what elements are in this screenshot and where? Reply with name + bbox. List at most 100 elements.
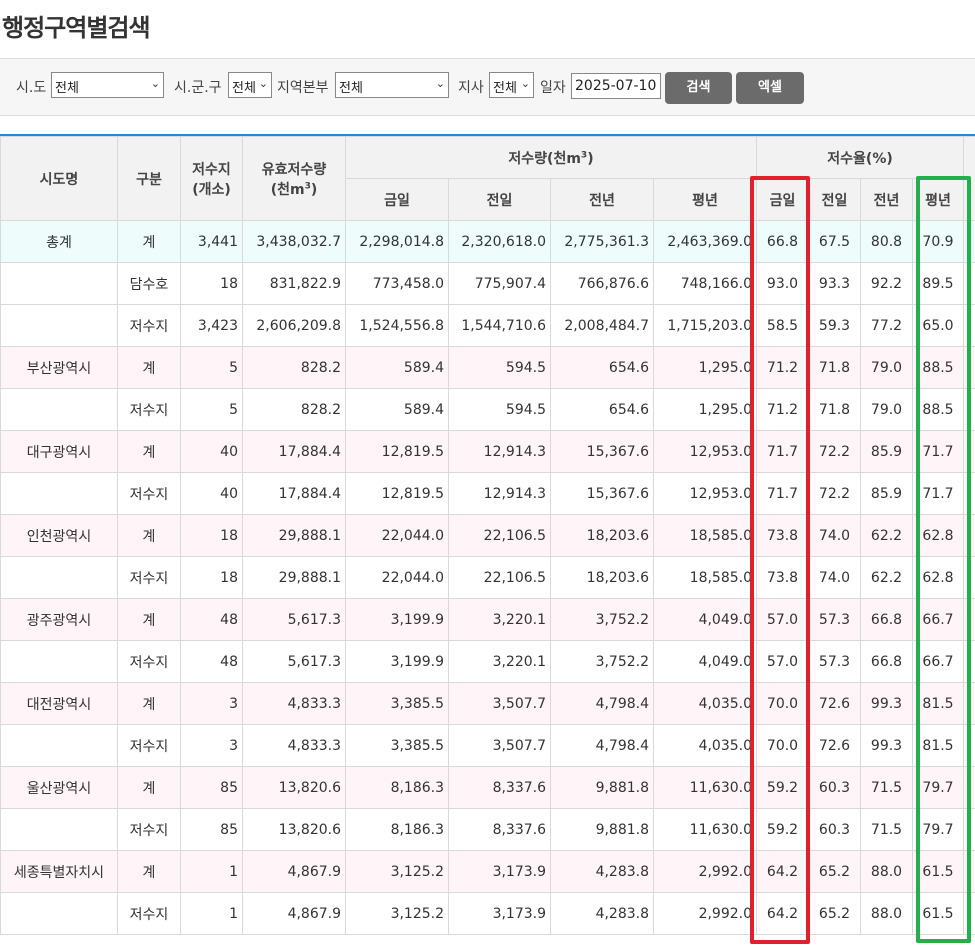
capacity-cell: 4,867.9: [242, 892, 346, 935]
rate-normal-year-cell: 62.8: [911, 556, 965, 599]
rate-today-cell: 71.7: [756, 430, 809, 473]
header-volume-sup: 3: [580, 149, 588, 160]
rate-normal-year-cell: 79.7: [911, 808, 965, 851]
capacity-cell: 831,822.9: [242, 262, 346, 305]
region-label: 지역본부: [277, 80, 329, 96]
rate-last-year-cell: 79.0: [860, 346, 913, 389]
kind-cell: 담수호: [117, 262, 181, 305]
sido-cell: [0, 892, 118, 935]
volume-last-year-cell: 18,203.6: [550, 556, 654, 599]
rate-today-cell: 71.7: [756, 472, 809, 515]
volume-last-year-cell: 654.6: [550, 346, 654, 389]
kind-cell: 계: [117, 598, 181, 641]
kind-cell: 저수지: [117, 304, 181, 347]
header-kind: 구분: [117, 136, 181, 221]
volume-last-year-cell: 9,881.8: [550, 808, 654, 851]
header-volume-last-year: 전년: [550, 178, 654, 221]
rate-normal-year-cell: 81.5: [911, 682, 965, 725]
spacer-cell: [963, 598, 975, 641]
kind-cell: 계: [117, 766, 181, 809]
volume-last-year-cell: 2,775,361.3: [550, 220, 654, 263]
sido-select[interactable]: 전체 ⌄: [51, 72, 164, 98]
header-count-line1: 저수지: [192, 161, 231, 178]
rate-last-year-cell: 88.0: [860, 850, 913, 893]
count-cell: 3,423: [180, 304, 243, 347]
rate-normal-year-cell: 65.0: [911, 304, 965, 347]
table-body: 총계 계 3,441 3,438,032.7 2,298,014.8 2,320,618.…: [0, 220, 975, 935]
header-count-line2: (개소): [192, 181, 231, 198]
volume-last-year-cell: 766,876.6: [550, 262, 654, 305]
rate-last-year-cell: 62.2: [860, 556, 913, 599]
rate-today-cell: 57.0: [756, 640, 809, 683]
volume-yesterday-cell: 594.5: [448, 388, 551, 431]
volume-today-cell: 12,819.5: [345, 472, 449, 515]
sigungu-label: 시.군.구: [174, 80, 222, 96]
table-row: 저수지 5 828.2 589.4 594.5 654.6 1,295.0 71.2 71.8 7…: [0, 388, 975, 431]
capacity-cell: 4,867.9: [242, 850, 346, 893]
rate-normal-year-cell: 71.7: [911, 472, 965, 515]
rate-today-cell: 73.8: [756, 556, 809, 599]
volume-today-cell: 3,125.2: [345, 850, 449, 893]
branch-select-value: 전체: [493, 81, 517, 96]
sido-cell: 총계: [0, 220, 118, 263]
rate-normal-year-cell: 70.9: [911, 220, 965, 263]
sigungu-select[interactable]: 전체 ⌄: [228, 72, 272, 98]
count-cell: 1: [180, 850, 243, 893]
search-button[interactable]: 검색: [665, 72, 732, 104]
date-label: 일자: [540, 80, 566, 96]
branch-select[interactable]: 전체 ⌄: [489, 72, 534, 98]
volume-today-cell: 8,186.3: [345, 808, 449, 851]
volume-today-cell: 3,385.5: [345, 724, 449, 767]
date-input[interactable]: 2025-07-10: [571, 73, 661, 99]
spacer-cell: [963, 220, 975, 263]
table-row: 대구광역시 계 40 17,884.4 12,819.5 12,914.3 15,367.6…: [0, 430, 975, 473]
rate-last-year-cell: 71.5: [860, 808, 913, 851]
excel-button[interactable]: 엑셀: [736, 72, 804, 104]
volume-yesterday-cell: 3,173.9: [448, 850, 551, 893]
spacer-cell: [963, 430, 975, 473]
header-spacer: [963, 136, 975, 221]
volume-last-year-cell: 18,203.6: [550, 514, 654, 557]
kind-cell: 저수지: [117, 640, 181, 683]
spacer-cell: [963, 262, 975, 305]
count-cell: 18: [180, 514, 243, 557]
region-select[interactable]: 전체 ⌄: [335, 72, 449, 98]
table-row: 대전광역시 계 3 4,833.3 3,385.5 3,507.7 4,798.4 4,035…: [0, 682, 975, 725]
rate-last-year-cell: 99.3: [860, 682, 913, 725]
rate-normal-year-cell: 88.5: [911, 388, 965, 431]
table-row: 울산광역시 계 85 13,820.6 8,186.3 8,337.6 9,881.8 11,…: [0, 766, 975, 809]
kind-cell: 계: [117, 430, 181, 473]
volume-today-cell: 589.4: [345, 388, 449, 431]
count-cell: 48: [180, 640, 243, 683]
capacity-cell: 29,888.1: [242, 514, 346, 557]
volume-today-cell: 3,199.9: [345, 598, 449, 641]
volume-last-year-cell: 4,283.8: [550, 850, 654, 893]
rate-today-cell: 70.0: [756, 682, 809, 725]
count-cell: 18: [180, 556, 243, 599]
spacer-cell: [963, 850, 975, 893]
header-volume-yesterday: 전일: [448, 178, 551, 221]
spacer-cell: [963, 388, 975, 431]
rate-normal-year-cell: 89.5: [911, 262, 965, 305]
header-count: 저수지 (개소): [180, 136, 243, 221]
volume-last-year-cell: 4,283.8: [550, 892, 654, 935]
sido-label: 시.도: [16, 80, 47, 96]
count-cell: 48: [180, 598, 243, 641]
rate-today-cell: 71.2: [756, 346, 809, 389]
volume-normal-year-cell: 4,035.0: [653, 724, 757, 767]
rate-today-cell: 73.8: [756, 514, 809, 557]
rate-yesterday-cell: 93.3: [808, 262, 861, 305]
capacity-cell: 13,820.6: [242, 766, 346, 809]
volume-last-year-cell: 2,008,484.7: [550, 304, 654, 347]
capacity-cell: 828.2: [242, 388, 346, 431]
header-rate-today: 금일: [756, 178, 809, 221]
sido-cell: 인천광역시: [0, 514, 118, 557]
sido-cell: 울산광역시: [0, 766, 118, 809]
volume-last-year-cell: 3,752.2: [550, 598, 654, 641]
rate-normal-year-cell: 88.5: [911, 346, 965, 389]
header-rate-group: 저수율(%): [755, 136, 965, 179]
volume-today-cell: 3,125.2: [345, 892, 449, 935]
volume-normal-year-cell: 4,049.0: [653, 640, 757, 683]
region-select-value: 전체: [339, 81, 363, 96]
rate-normal-year-cell: 71.7: [911, 430, 965, 473]
